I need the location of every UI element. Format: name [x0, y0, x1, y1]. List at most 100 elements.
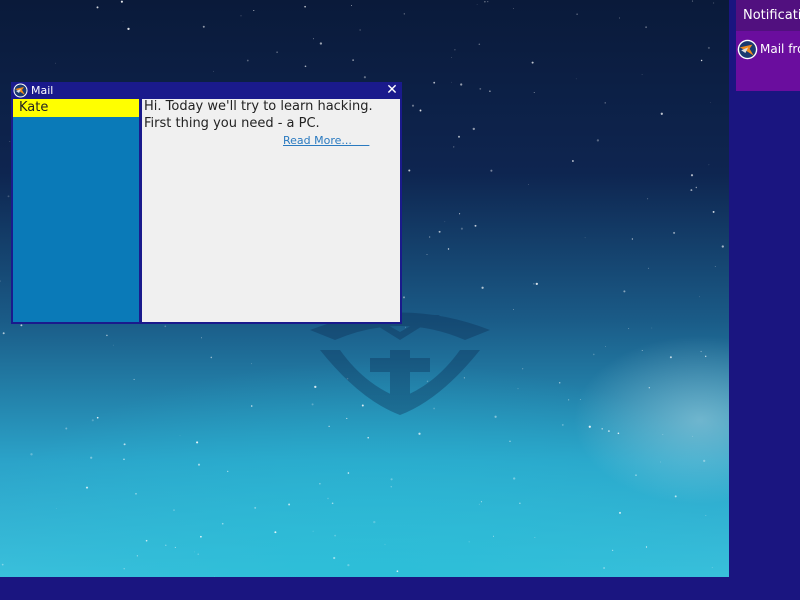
star	[373, 520, 376, 524]
notification-text: Mail from Kate	[760, 42, 800, 56]
star	[334, 534, 336, 537]
star	[327, 497, 329, 500]
star	[647, 198, 649, 200]
star	[705, 514, 707, 517]
star	[623, 290, 626, 293]
star	[328, 425, 330, 427]
star	[274, 531, 277, 534]
star	[519, 502, 521, 504]
star	[607, 430, 610, 433]
star	[2, 332, 5, 335]
star	[601, 428, 603, 430]
star	[202, 25, 205, 28]
star	[641, 350, 643, 352]
star	[419, 109, 422, 112]
star	[576, 13, 578, 15]
star	[619, 17, 620, 19]
star	[173, 509, 175, 511]
star	[692, 435, 694, 437]
notification-item[interactable]: Mail from Kate	[736, 36, 800, 64]
message-pane: Hi. Today we'll try to learn hacking. Fi…	[142, 99, 400, 322]
star	[351, 4, 352, 6]
star	[468, 541, 470, 543]
star	[662, 434, 664, 436]
star	[447, 248, 450, 250]
star	[575, 78, 577, 80]
star	[647, 267, 650, 270]
star	[660, 112, 663, 115]
star	[481, 286, 484, 289]
star	[490, 169, 493, 172]
star	[568, 399, 570, 401]
star	[484, 1, 486, 3]
notification-panel: Notifications Mail from Kate	[736, 0, 800, 91]
star	[201, 337, 202, 339]
star	[313, 38, 314, 40]
star	[704, 355, 707, 358]
star	[253, 9, 255, 12]
star	[30, 453, 33, 456]
star	[411, 104, 415, 107]
star	[426, 254, 428, 255]
star	[133, 378, 135, 380]
star	[579, 399, 581, 400]
star	[403, 13, 405, 15]
star	[700, 350, 702, 353]
star	[333, 556, 336, 560]
star	[451, 57, 453, 58]
star	[319, 42, 323, 45]
star	[458, 135, 460, 138]
star	[509, 440, 511, 443]
close-icon[interactable]: ✕	[385, 82, 399, 99]
star	[55, 508, 57, 509]
star	[179, 435, 181, 436]
star	[123, 568, 125, 570]
star	[197, 463, 201, 466]
star	[451, 81, 452, 83]
star	[127, 27, 130, 31]
star	[254, 506, 257, 509]
star	[669, 356, 672, 359]
star	[489, 90, 491, 92]
star	[690, 174, 694, 177]
star	[618, 511, 622, 514]
star	[251, 363, 252, 365]
star	[648, 387, 650, 389]
star	[460, 227, 463, 230]
star	[200, 535, 202, 538]
contact-item-kate[interactable]: Kate	[13, 99, 139, 117]
star	[695, 186, 697, 189]
star	[319, 483, 321, 485]
star	[531, 61, 534, 64]
star	[0, 280, 1, 282]
star	[418, 432, 421, 435]
star	[304, 65, 307, 68]
star	[561, 423, 564, 426]
star	[438, 230, 441, 233]
star	[347, 472, 350, 474]
star	[65, 427, 68, 430]
star	[288, 503, 291, 506]
star	[645, 26, 647, 29]
star	[226, 470, 229, 473]
star	[651, 327, 653, 329]
star	[123, 443, 126, 446]
star	[708, 164, 710, 166]
star	[635, 474, 637, 476]
contact-list: Kate	[13, 99, 139, 322]
read-more-link[interactable]: Read More...	[283, 134, 369, 147]
star	[165, 544, 167, 546]
star	[85, 486, 89, 489]
star	[276, 51, 278, 53]
star	[359, 29, 361, 31]
star	[136, 555, 138, 557]
star	[699, 296, 700, 298]
star	[122, 21, 124, 22]
mail-titlebar[interactable]: Mail ✕	[11, 82, 402, 99]
star	[631, 238, 634, 240]
star	[331, 502, 334, 505]
star	[707, 46, 710, 49]
star	[145, 539, 148, 542]
star	[513, 477, 516, 480]
star	[1, 563, 4, 566]
